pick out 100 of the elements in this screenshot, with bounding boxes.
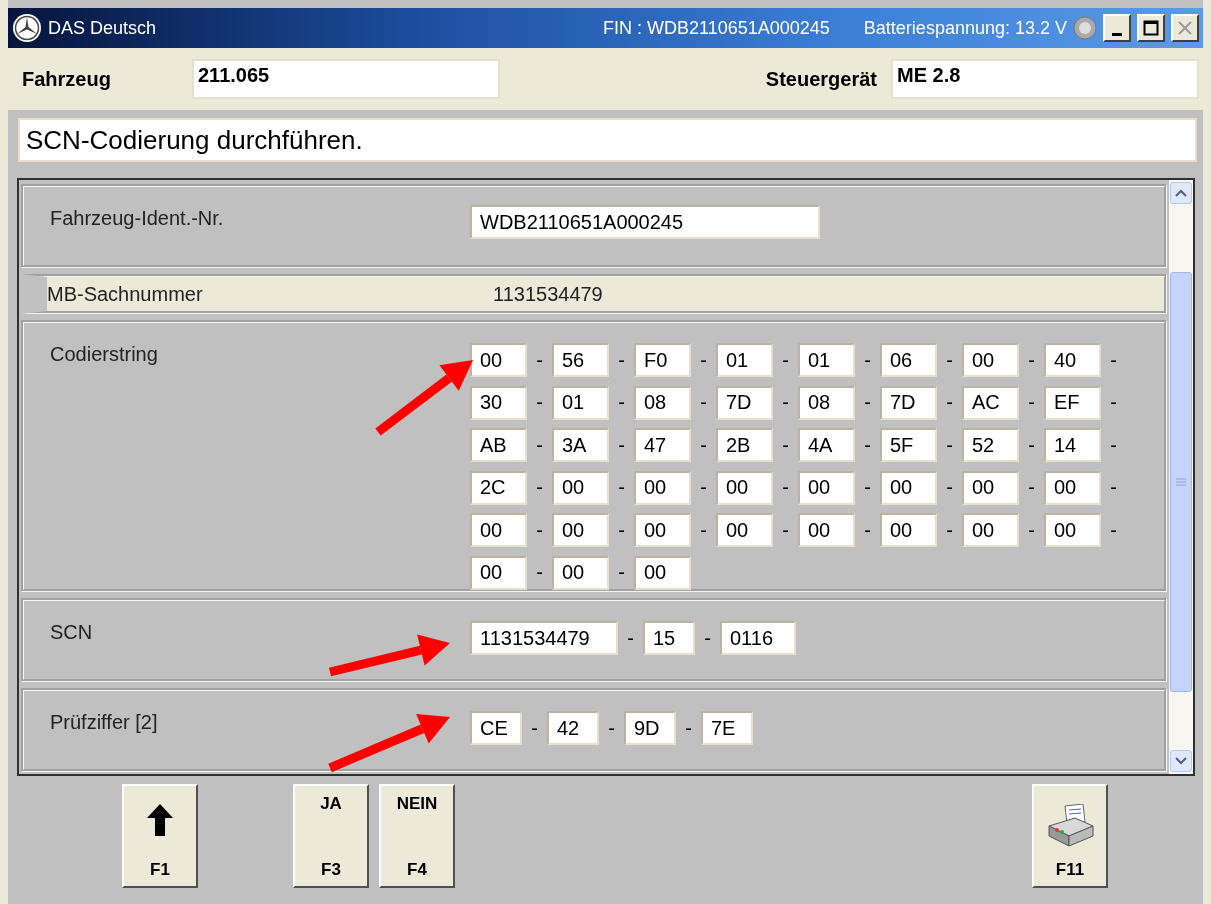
close-icon: [1177, 20, 1193, 36]
code-field[interactable]: 00: [1044, 470, 1101, 505]
code-field[interactable]: 00: [880, 513, 937, 547]
part-number: 1131534479: [493, 282, 604, 306]
code-field[interactable]: 3A: [552, 428, 609, 462]
code-field[interactable]: 2B: [716, 428, 773, 462]
separator: -: [535, 348, 544, 372]
scrollbar-thumb[interactable]: [1170, 272, 1192, 692]
separator: -: [684, 716, 693, 740]
code-field[interactable]: 7D: [716, 385, 773, 420]
code-field[interactable]: 00: [962, 513, 1019, 547]
segment-field[interactable]: 42: [547, 711, 599, 745]
code-field[interactable]: 06: [880, 343, 937, 377]
separator: -: [945, 433, 954, 457]
segment-field[interactable]: 9D: [624, 711, 676, 745]
code-field[interactable]: 00: [716, 513, 773, 547]
code-field[interactable]: 5F: [880, 428, 937, 462]
function-key-button[interactable]: JA F3: [293, 784, 369, 888]
code-field[interactable]: 08: [634, 385, 691, 420]
code-field[interactable]: 00: [716, 470, 773, 505]
chevron-up-icon: [1175, 189, 1187, 197]
separator: -: [781, 391, 790, 414]
segment-field[interactable]: 0116: [720, 621, 796, 655]
code-field[interactable]: 00: [470, 513, 527, 547]
row-label: Fahrzeug-Ident.-Nr.: [49, 207, 225, 230]
scroll-down-button[interactable]: [1170, 750, 1192, 772]
separator: -: [535, 476, 544, 499]
segment-field[interactable]: CE: [470, 711, 522, 745]
separator: -: [945, 518, 954, 542]
ecu-label: Steuergerät: [765, 67, 877, 91]
separator: -: [617, 561, 626, 584]
code-field[interactable]: 2C: [470, 470, 527, 505]
battery-voltage: Batteriespannung: 13.2 V: [863, 17, 1067, 39]
code-field[interactable]: 4A: [798, 428, 855, 462]
code-field[interactable]: AC: [962, 385, 1019, 420]
vin-field[interactable]: WDB2110651A000245: [470, 205, 820, 239]
segment-field[interactable]: 1131534479: [470, 621, 618, 655]
code-field[interactable]: F0: [634, 343, 691, 377]
code-field[interactable]: 00: [552, 513, 609, 547]
separator: -: [1027, 433, 1036, 457]
maximize-button[interactable]: [1137, 14, 1165, 42]
code-field[interactable]: 08: [798, 385, 855, 420]
printer-icon: [1045, 804, 1095, 848]
code-field[interactable]: 00: [880, 470, 937, 505]
scroll-up-button[interactable]: [1170, 182, 1192, 204]
separator: -: [699, 518, 708, 542]
separator: -: [617, 348, 626, 372]
separator: -: [699, 433, 708, 457]
grip-icon: [1176, 478, 1186, 486]
code-field[interactable]: 00: [470, 555, 527, 590]
code-field[interactable]: 00: [552, 470, 609, 505]
function-key-button[interactable]: F11: [1032, 784, 1108, 888]
separator: -: [1109, 433, 1118, 457]
code-field[interactable]: 00: [798, 513, 855, 547]
ecu-field[interactable]: ME 2.8: [891, 59, 1199, 99]
code-field[interactable]: 00: [962, 343, 1019, 377]
separator: -: [1027, 391, 1036, 414]
segment-field[interactable]: 15: [643, 621, 695, 655]
separator: -: [781, 476, 790, 499]
code-field[interactable]: 00: [962, 470, 1019, 505]
code-field[interactable]: 40: [1044, 343, 1101, 377]
code-field[interactable]: 01: [798, 343, 855, 377]
code-field[interactable]: 01: [716, 343, 773, 377]
row-label: Codierstring: [49, 343, 159, 366]
code-field[interactable]: AB: [470, 428, 527, 462]
code-field[interactable]: EF: [1044, 385, 1101, 420]
code-field[interactable]: 7D: [880, 385, 937, 420]
code-field[interactable]: 00: [1044, 513, 1101, 547]
separator: -: [617, 433, 626, 457]
code-field[interactable]: 00: [634, 555, 691, 590]
vehicle-field[interactable]: 211.065: [192, 59, 500, 99]
separator: -: [781, 348, 790, 372]
chevron-down-icon: [1175, 757, 1187, 765]
separator: -: [535, 433, 544, 457]
minimize-button[interactable]: [1103, 14, 1131, 42]
code-field[interactable]: 00: [634, 513, 691, 547]
vehicle-label: Fahrzeug: [22, 67, 112, 91]
code-field[interactable]: 00: [634, 470, 691, 505]
separator: -: [535, 561, 544, 584]
separator: -: [863, 518, 872, 542]
separator: -: [699, 391, 708, 414]
code-field[interactable]: 52: [962, 428, 1019, 462]
separator: -: [863, 476, 872, 499]
function-key-button[interactable]: NEIN F4: [379, 784, 455, 888]
close-button[interactable]: [1171, 14, 1199, 42]
function-key-button[interactable]: F1: [122, 784, 198, 888]
separator: -: [781, 518, 790, 542]
message-field[interactable]: SCN-Codierung durchführen.: [18, 118, 1197, 162]
segment-field[interactable]: 7E: [701, 711, 753, 745]
code-field[interactable]: 00: [552, 555, 609, 590]
code-field[interactable]: 47: [634, 428, 691, 462]
separator: -: [1027, 348, 1036, 372]
code-field[interactable]: 00: [798, 470, 855, 505]
code-field[interactable]: 30: [470, 385, 527, 420]
code-field[interactable]: 00: [470, 343, 527, 377]
separator: -: [617, 476, 626, 499]
code-field[interactable]: 14: [1044, 428, 1101, 462]
code-field[interactable]: 56: [552, 343, 609, 377]
separator: -: [699, 476, 708, 499]
code-field[interactable]: 01: [552, 385, 609, 420]
